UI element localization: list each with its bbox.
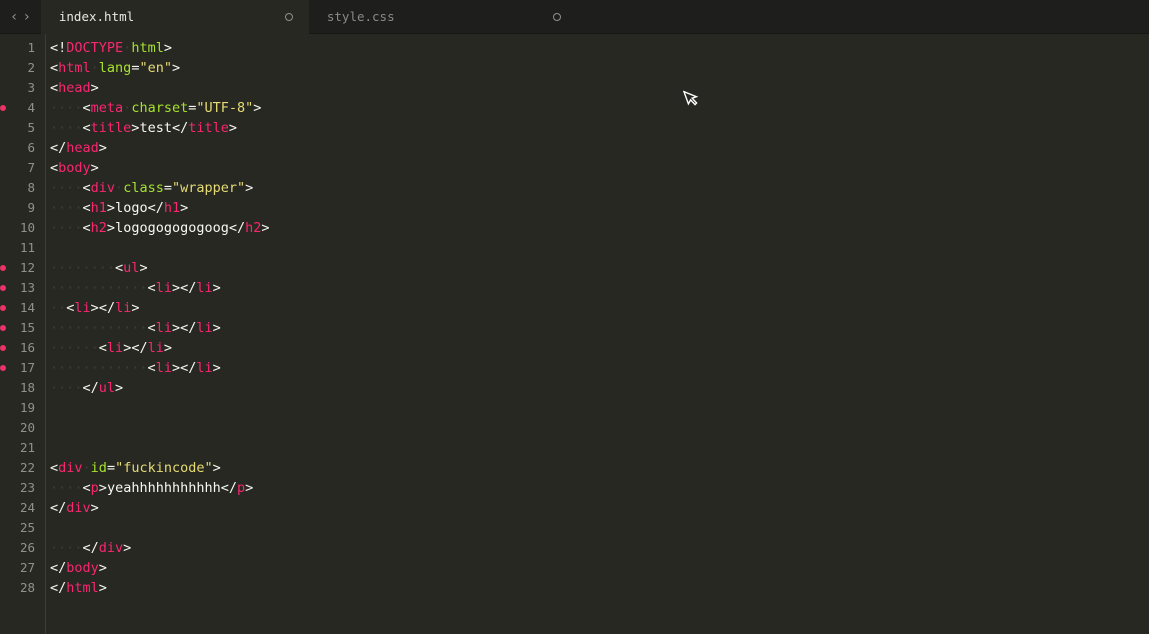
code-line[interactable]: ····</ul> [46, 378, 1149, 398]
code-line[interactable]: ············<li></li> [46, 358, 1149, 378]
code-line[interactable] [46, 398, 1149, 418]
editor: 1234567891011121314151617181920212223242… [0, 34, 1149, 634]
line-number[interactable]: 9 [0, 198, 45, 218]
line-number[interactable]: 23 [0, 478, 45, 498]
code-line[interactable]: ····<h2>logogogogogoog</h2> [46, 218, 1149, 238]
nav-forward-icon[interactable]: › [22, 9, 30, 25]
tab-dirty-icon[interactable] [553, 13, 561, 21]
code-line[interactable]: <div·id="fuckincode"> [46, 458, 1149, 478]
code-line[interactable]: <body> [46, 158, 1149, 178]
code-line[interactable]: ····<div·class="wrapper"> [46, 178, 1149, 198]
code-line[interactable]: ····<meta·charset="UTF-8"> [46, 98, 1149, 118]
tab-style-css[interactable]: style.css [309, 0, 577, 34]
line-number[interactable]: 4 [0, 98, 45, 118]
line-number[interactable]: 25 [0, 518, 45, 538]
line-number[interactable]: 14 [0, 298, 45, 318]
nav-back-icon[interactable]: ‹ [10, 9, 18, 25]
code-line[interactable]: ············<li></li> [46, 278, 1149, 298]
tab-bar: ‹ › index.html style.css [0, 0, 1149, 34]
nav-arrows: ‹ › [0, 9, 41, 25]
line-number[interactable]: 26 [0, 538, 45, 558]
code-line[interactable]: <!DOCTYPE·html> [46, 38, 1149, 58]
tab-label: style.css [327, 9, 395, 24]
code-line[interactable]: </html> [46, 578, 1149, 598]
line-number[interactable]: 6 [0, 138, 45, 158]
line-number[interactable]: 1 [0, 38, 45, 58]
line-number[interactable]: 19 [0, 398, 45, 418]
code-line[interactable]: ········<ul> [46, 258, 1149, 278]
code-line[interactable]: </div> [46, 498, 1149, 518]
code-line[interactable]: ············<li></li> [46, 318, 1149, 338]
line-number-gutter: 1234567891011121314151617181920212223242… [0, 34, 45, 634]
line-number[interactable]: 22 [0, 458, 45, 478]
tab-label: index.html [59, 9, 134, 24]
code-line[interactable]: </body> [46, 558, 1149, 578]
line-number[interactable]: 10 [0, 218, 45, 238]
code-line[interactable]: ······<li></li> [46, 338, 1149, 358]
code-line[interactable] [46, 418, 1149, 438]
code-line[interactable] [46, 238, 1149, 258]
line-number[interactable]: 16 [0, 338, 45, 358]
line-number[interactable]: 7 [0, 158, 45, 178]
tab-dirty-icon[interactable] [285, 13, 293, 21]
line-number[interactable]: 11 [0, 238, 45, 258]
line-number[interactable]: 2 [0, 58, 45, 78]
line-number[interactable]: 27 [0, 558, 45, 578]
code-line[interactable] [46, 438, 1149, 458]
line-number[interactable]: 3 [0, 78, 45, 98]
line-number[interactable]: 18 [0, 378, 45, 398]
line-number[interactable]: 17 [0, 358, 45, 378]
code-line[interactable]: ····<p>yeahhhhhhhhhhh</p> [46, 478, 1149, 498]
line-number[interactable]: 20 [0, 418, 45, 438]
line-number[interactable]: 8 [0, 178, 45, 198]
code-line[interactable]: ····</div> [46, 538, 1149, 558]
tab-index-html[interactable]: index.html [41, 0, 309, 34]
code-line[interactable]: ··<li></li> [46, 298, 1149, 318]
code-line[interactable]: <html·lang="en"> [46, 58, 1149, 78]
line-number[interactable]: 24 [0, 498, 45, 518]
line-number[interactable]: 13 [0, 278, 45, 298]
line-number[interactable]: 5 [0, 118, 45, 138]
code-line[interactable]: ····<title>test</title> [46, 118, 1149, 138]
line-number[interactable]: 21 [0, 438, 45, 458]
line-number[interactable]: 12 [0, 258, 45, 278]
code-line[interactable]: ····<h1>logo</h1> [46, 198, 1149, 218]
code-line[interactable] [46, 518, 1149, 538]
code-area[interactable]: <!DOCTYPE·html><html·lang="en"><head>···… [45, 34, 1149, 634]
line-number[interactable]: 15 [0, 318, 45, 338]
code-line[interactable]: <head> [46, 78, 1149, 98]
line-number[interactable]: 28 [0, 578, 45, 598]
code-line[interactable]: </head> [46, 138, 1149, 158]
